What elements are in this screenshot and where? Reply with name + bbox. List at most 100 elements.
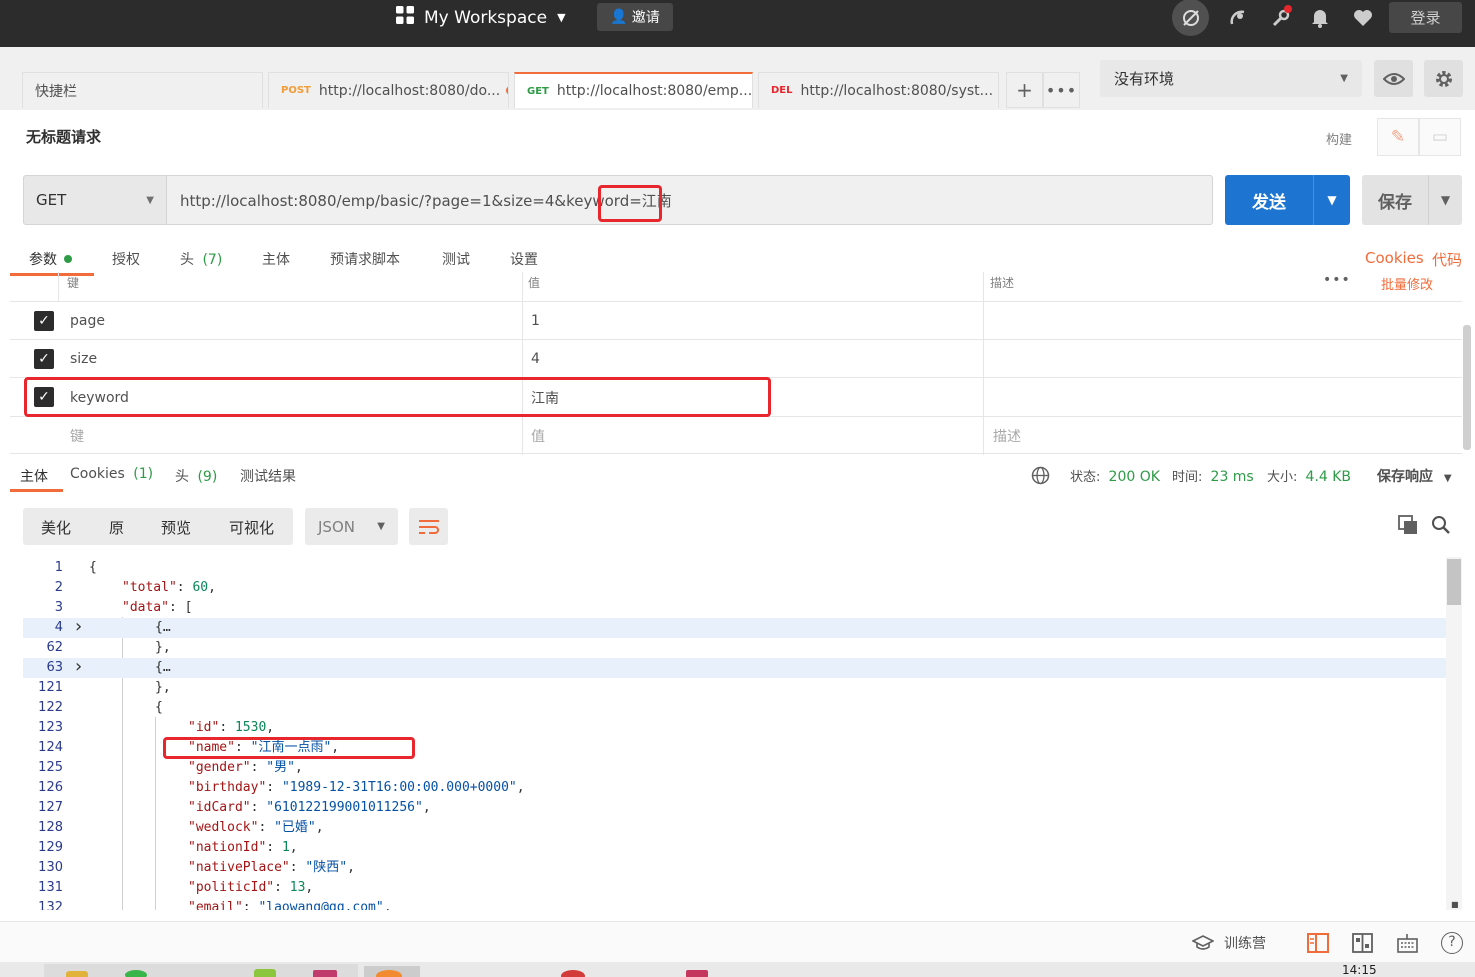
login-button[interactable]: 登录 [1389,2,1462,33]
comments-button[interactable]: ▭ [1419,118,1461,156]
save-response-button[interactable]: 保存响应 ▼ [1377,466,1452,486]
fold-chevron-icon[interactable]: › [73,658,84,676]
language-select[interactable]: JSON ▼ [305,508,398,545]
two-pane-view-icon[interactable] [1307,933,1329,957]
more-tabs-button[interactable]: ••• [1043,72,1080,108]
code-link[interactable]: 代码 [1432,249,1462,270]
response-body-viewer[interactable]: 1{2 "total": 60, 3 "data": [4 › {… 62}, 63 › {… 12… [23,557,1463,910]
param-value[interactable]: 4 [531,340,540,378]
search-icon[interactable] [1431,515,1451,539]
environment-quick-look-button[interactable] [1374,60,1413,97]
layout-icon[interactable] [1352,933,1373,957]
graduation-cap-icon [1192,935,1214,950]
size-value: 4.4 KB [1305,469,1352,485]
chevron-down-icon[interactable]: ▼ [1314,193,1350,207]
param-enabled-checkbox[interactable]: ✓ [34,311,54,331]
tab-headers-label: 头 [180,252,194,268]
param-value[interactable]: 1 [531,302,540,340]
edit-mode-button[interactable]: ✎ [1377,118,1419,156]
globe-icon[interactable] [1031,466,1050,489]
response-tab-headers[interactable]: 头 (9) [175,466,217,486]
headers-count: (9) [197,469,218,485]
tab-del-request[interactable]: DEL http://localhost:8080/syst... [758,72,999,108]
json-key: "gender" [188,760,251,775]
sync-off-icon[interactable] [1172,0,1209,36]
cookies-link[interactable]: Cookies [1365,249,1424,267]
new-param-description-input[interactable]: 描述 [993,417,1021,455]
param-key[interactable]: size [70,340,97,378]
bulk-edit-link[interactable]: 批量修改 [1381,274,1433,293]
code-text: {… [155,660,171,675]
save-button[interactable]: 保存 ▼ [1362,175,1462,225]
tab-label: http://localhost:8080/do... [318,82,501,99]
code-text: "data": [ [122,600,193,615]
invite-button[interactable]: 👤 邀请 [597,3,673,31]
chevron-down-icon: ▼ [557,11,566,24]
bell-icon[interactable] [1306,4,1334,32]
tab-settings[interactable]: 设置 [510,249,538,269]
wrench-icon[interactable] [1267,4,1295,32]
comment-icon: ▭ [1431,127,1449,147]
bootcamp-label: 训练营 [1224,936,1266,952]
code-text: { [155,700,163,715]
chevron-down-icon[interactable]: ▼ [1428,175,1462,225]
method-badge: POST [281,85,311,96]
params-scrollbar[interactable] [1463,325,1471,450]
json-value: 13 [289,880,306,895]
satellite-icon[interactable] [1224,4,1252,32]
request-title[interactable]: 无标题请求 [26,126,101,147]
response-scrollbar[interactable]: ■ [1446,557,1462,910]
new-tab-button[interactable]: + [1006,72,1043,108]
new-param-key-input[interactable]: 键 [70,417,84,455]
tab-authorization[interactable]: 授权 [112,249,140,269]
send-button[interactable]: 发送 ▼ [1225,175,1350,225]
new-param-value-input[interactable]: 值 [531,417,545,455]
more-options-icon[interactable]: ••• [1323,272,1351,288]
url-input[interactable]: http://localhost:8080/emp/basic/?page=1&… [166,175,1213,225]
copy-icon[interactable] [1398,515,1418,539]
response-status[interactable]: 状态: 200 OK [1070,466,1160,485]
method-select[interactable]: GET ▼ [23,175,167,225]
format-preview-button[interactable]: 预览 [161,517,191,538]
json-key: "email" [188,900,243,910]
format-visualize-button[interactable]: 可视化 [229,517,274,538]
response-tab-body[interactable]: 主体 [20,466,48,486]
status-label: 状态: [1070,470,1101,485]
workspace-switcher[interactable]: My Workspace ▼ [396,6,566,29]
code-text: "total": 60, [122,580,216,595]
format-pretty-button[interactable]: 美化 [41,517,71,538]
help-icon[interactable]: ? [1441,932,1463,954]
bootcamp-button[interactable]: 训练营 [1192,933,1266,953]
json-value: 60 [192,580,209,595]
json-key: "politicId" [188,880,275,895]
tab-params[interactable]: 参数 [29,249,73,269]
taskbar-clock[interactable]: 14:15 [1342,963,1377,977]
code-text: "email": "laowang@qq.com", [188,898,392,910]
tab-tests[interactable]: 测试 [442,249,470,269]
tab-prerequest-script[interactable]: 预请求脚本 [330,249,400,269]
tab-get-request[interactable]: GET http://localhost:8080/emp... [514,72,753,108]
keyboard-shortcuts-icon[interactable] [1397,933,1418,957]
tab-post-request[interactable]: POST http://localhost:8080/do... [268,72,509,108]
response-tab-cookies[interactable]: Cookies (1) [70,466,153,482]
param-key[interactable]: page [70,302,105,340]
response-size[interactable]: 大小: 4.4 KB [1267,466,1351,485]
response-tab-test-results[interactable]: 测试结果 [240,466,296,486]
param-enabled-checkbox[interactable]: ✓ [34,349,54,369]
response-time[interactable]: 时间: 23 ms [1172,466,1254,485]
tab-body[interactable]: 主体 [262,249,290,269]
environment-select[interactable]: 没有环境 ▼ [1100,60,1362,97]
time-label: 时间: [1172,470,1203,485]
wrap-lines-button[interactable] [409,508,448,545]
heart-icon[interactable] [1349,4,1377,32]
build-label[interactable]: 构建 [1326,129,1352,148]
json-value: "陕西" [305,860,348,875]
code-text: "politicId": 13, [188,880,314,895]
tab-headers[interactable]: 头 (7) [180,249,222,269]
line-number: 1 [54,560,63,575]
manage-environments-button[interactable] [1424,60,1463,97]
format-raw-button[interactable]: 原 [109,517,124,538]
tab-quickbar[interactable]: 快捷栏 [22,72,263,108]
fold-chevron-icon[interactable]: › [73,618,84,636]
json-value: "已婚" [274,820,316,835]
